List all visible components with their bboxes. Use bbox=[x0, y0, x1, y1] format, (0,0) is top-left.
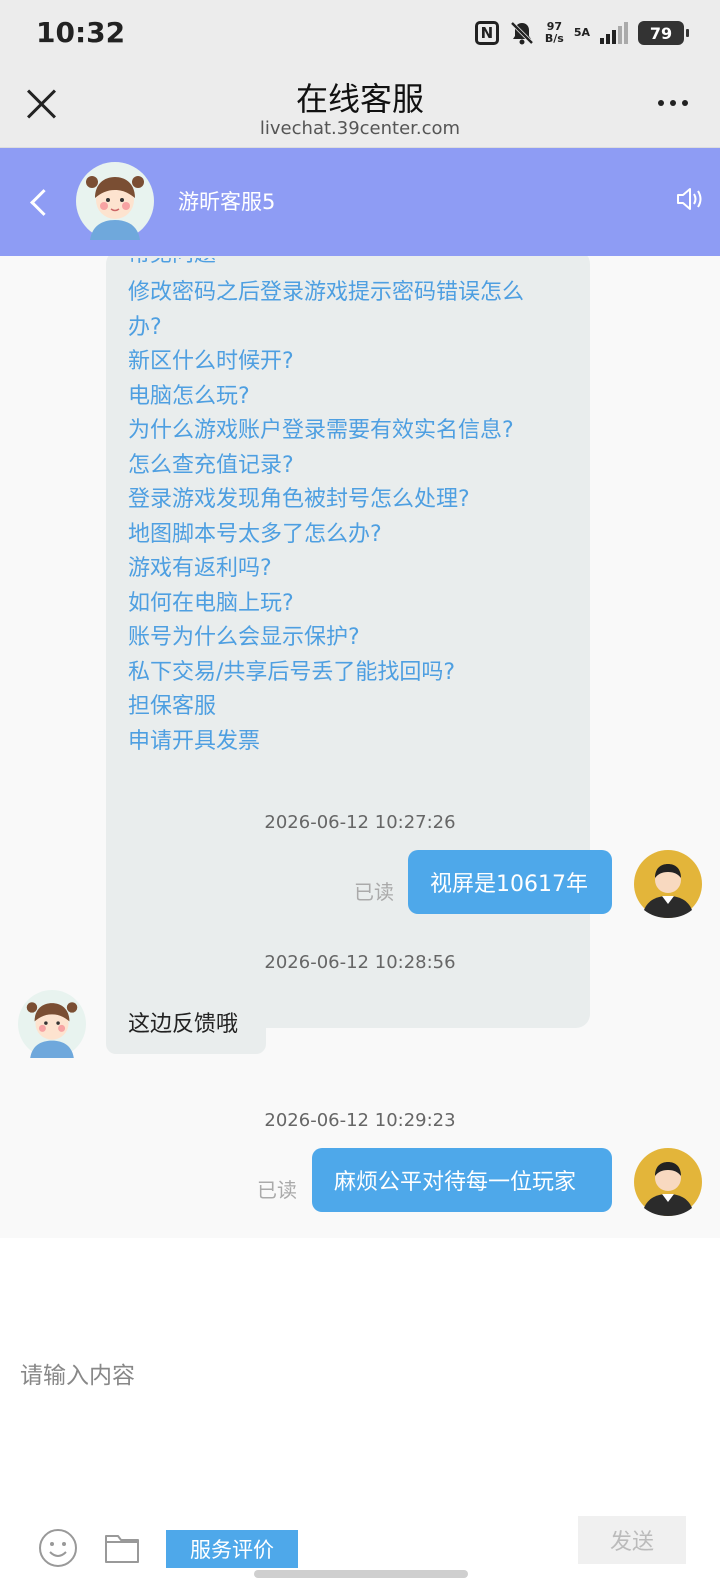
home-indicator[interactable] bbox=[254, 1570, 468, 1578]
browser-titlebar: 在线客服 livechat.39center.com bbox=[0, 64, 720, 148]
message-list[interactable]: 常见问题 修改密码之后登录游戏提示密码错误怎么 办? 新区什么时候开? 电脑怎么… bbox=[0, 256, 720, 1238]
status-bar: 10:32 N 97 B/s 5A 79 bbox=[0, 0, 720, 64]
chat-header: 游昕客服5 bbox=[0, 148, 720, 256]
faq-link[interactable]: 为什么游戏账户登录需要有效实名信息? bbox=[128, 414, 568, 449]
faq-link[interactable]: 新区什么时候开? bbox=[128, 345, 568, 380]
status-time: 10:32 bbox=[36, 16, 126, 49]
agent-name: 游昕客服5 bbox=[178, 190, 276, 214]
status-icons: N 97 B/s 5A 79 bbox=[474, 20, 689, 46]
service-rating-button[interactable]: 服务评价 bbox=[166, 1530, 298, 1568]
faq-link[interactable]: 修改密码之后登录游戏提示密码错误怎么 bbox=[128, 276, 568, 311]
message-timestamp: 2026-06-12 10:27:26 bbox=[264, 812, 456, 833]
signal-icon bbox=[600, 22, 628, 44]
read-receipt: 已读 bbox=[354, 880, 394, 904]
outgoing-message[interactable]: 麻烦公平对待每一位玩家 bbox=[312, 1148, 612, 1212]
faq-link[interactable]: 游戏有返利吗? bbox=[128, 552, 568, 587]
faq-link[interactable]: 办? bbox=[128, 311, 568, 346]
net-speed: 97 B/s bbox=[544, 20, 564, 45]
read-receipt: 已读 bbox=[257, 1178, 297, 1202]
faq-partial-line: 常见问题 bbox=[128, 258, 568, 276]
send-button[interactable]: 发送 bbox=[578, 1516, 686, 1564]
faq-link[interactable]: 如何在电脑上玩? bbox=[128, 587, 568, 622]
agent-avatar bbox=[76, 162, 154, 240]
folder-icon[interactable] bbox=[104, 1530, 140, 1564]
faq-link[interactable]: 私下交易/共享后号丢了能找回吗? bbox=[128, 656, 568, 691]
nfc-icon: N bbox=[474, 21, 499, 45]
faq-link[interactable]: 电脑怎么玩? bbox=[128, 380, 568, 415]
bell-muted-icon bbox=[510, 21, 534, 45]
network-type: 5A bbox=[573, 26, 590, 39]
emoji-icon[interactable] bbox=[38, 1528, 78, 1568]
battery-icon: 79 bbox=[638, 21, 689, 45]
faq-link[interactable]: 担保客服 bbox=[128, 690, 568, 725]
user-avatar bbox=[634, 1148, 702, 1216]
outgoing-message[interactable]: 视屏是10617年 bbox=[408, 850, 612, 914]
back-icon[interactable] bbox=[26, 184, 56, 220]
faq-link[interactable]: 登录游戏发现角色被封号怎么处理? bbox=[128, 483, 568, 518]
more-options-icon[interactable] bbox=[658, 100, 688, 106]
message-input[interactable]: 请输入内容 bbox=[20, 1356, 135, 1390]
incoming-message[interactable]: 这边反馈哦 bbox=[106, 990, 266, 1054]
faq-link[interactable]: 申请开具发票 bbox=[128, 725, 568, 760]
agent-avatar bbox=[18, 990, 86, 1058]
faq-link[interactable]: 怎么查充值记录? bbox=[128, 449, 568, 484]
page-title: 在线客服 bbox=[295, 80, 424, 118]
faq-link[interactable]: 账号为什么会显示保护? bbox=[128, 621, 568, 656]
user-avatar bbox=[634, 850, 702, 918]
message-timestamp: 2026-06-12 10:28:56 bbox=[264, 952, 456, 973]
page-url: livechat.39center.com bbox=[259, 118, 461, 139]
message-timestamp: 2026-06-12 10:29:23 bbox=[264, 1110, 456, 1131]
faq-link[interactable]: 地图脚本号太多了怎么办? bbox=[128, 518, 568, 553]
speaker-icon[interactable] bbox=[674, 184, 704, 214]
message-composer: 请输入内容 服务评价 发送 bbox=[0, 1238, 720, 1592]
